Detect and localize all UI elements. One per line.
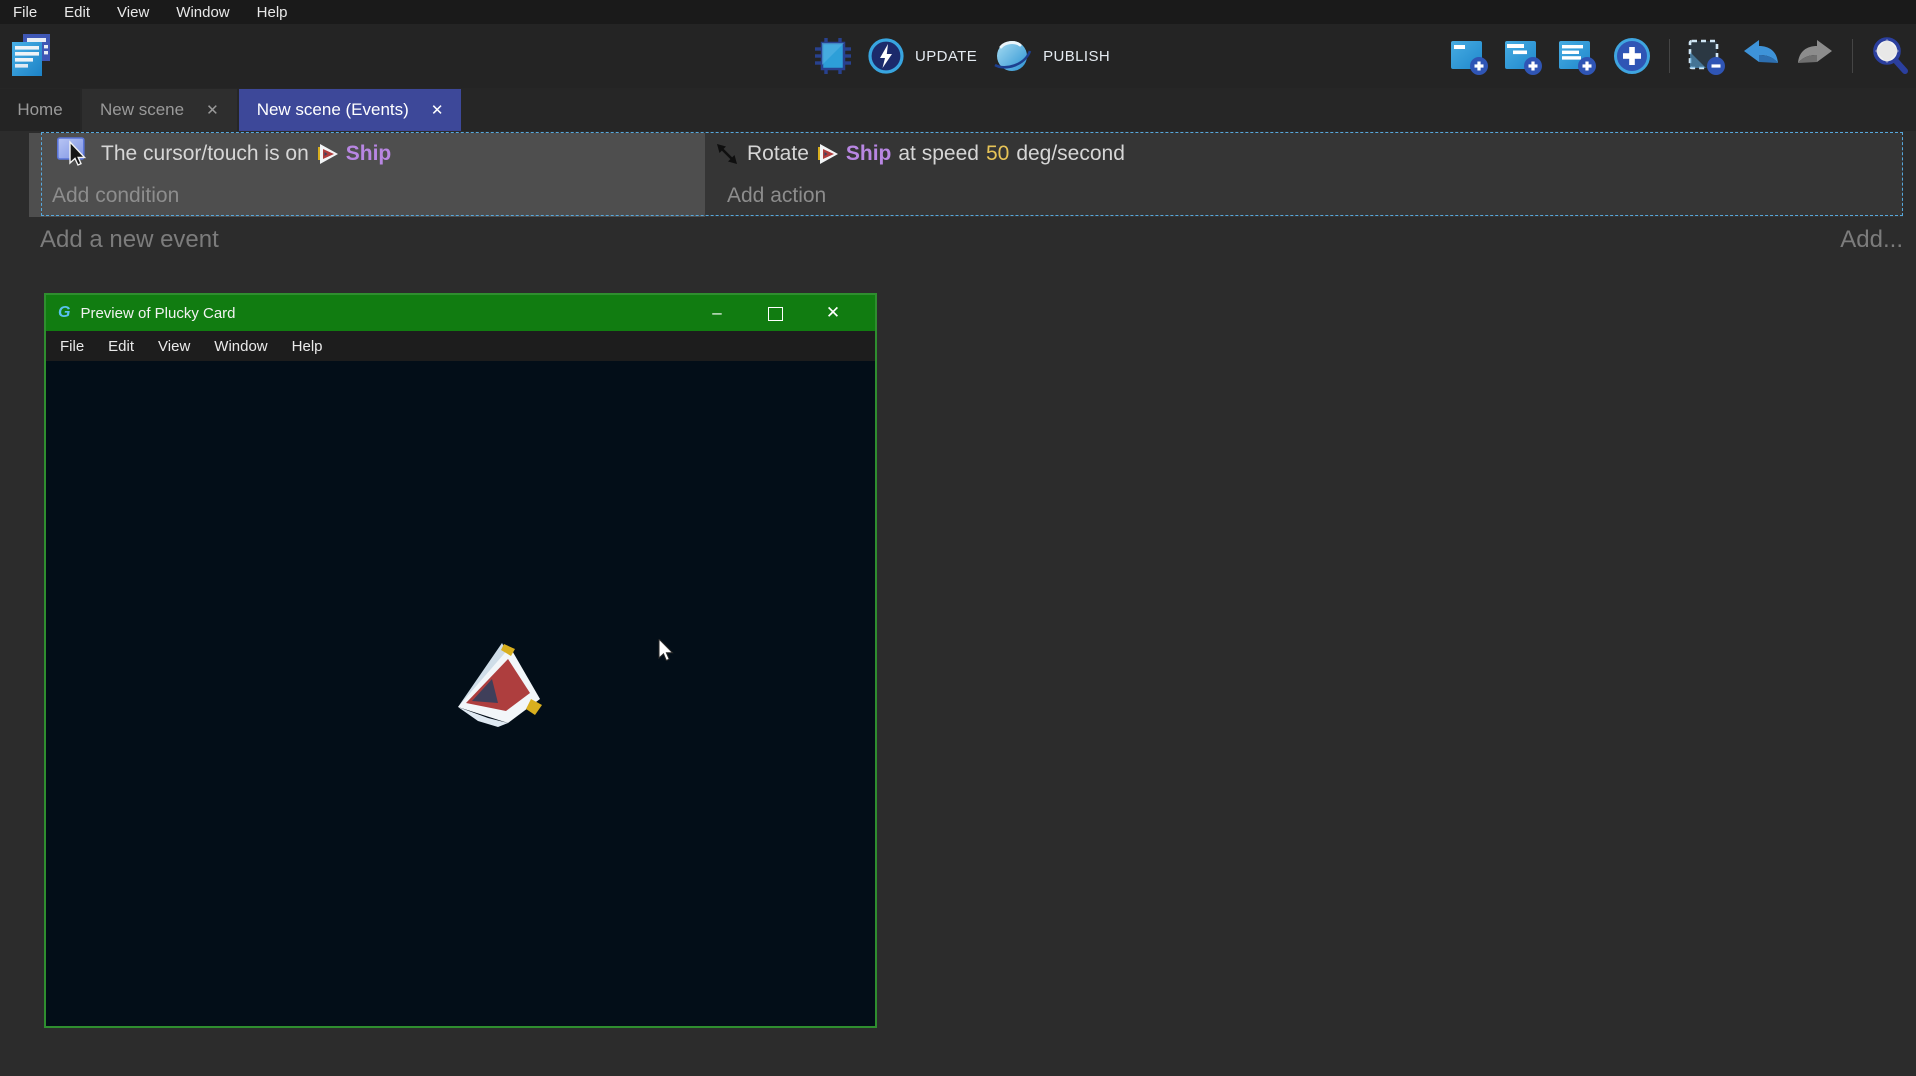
add-action-button[interactable]: Add action	[705, 175, 1903, 217]
ship-sprite	[458, 641, 544, 727]
debug-icon[interactable]	[813, 35, 853, 77]
add-action-label: Add action	[727, 184, 826, 208]
add-event-icon[interactable]	[1450, 36, 1490, 76]
update-label[interactable]: UPDATE	[915, 48, 977, 65]
preview-menu-window[interactable]: Window	[214, 338, 267, 355]
maximize-button[interactable]	[765, 295, 785, 331]
gdevelop-logo-icon: G	[58, 304, 70, 322]
search-icon[interactable]	[1870, 35, 1910, 77]
toolbar-center-group: UPDATE PUBLISH	[813, 24, 1110, 88]
ship-object-icon	[316, 142, 340, 166]
add-sub-event-icon[interactable]	[1504, 36, 1544, 76]
preview-menu-edit[interactable]: Edit	[108, 338, 134, 355]
action-verb: Rotate	[747, 142, 809, 166]
action-unit: deg/second	[1016, 142, 1125, 166]
tab-new-scene-events[interactable]: New scene (Events) ✕	[239, 89, 462, 131]
preview-title: Preview of Plucky Card	[80, 305, 707, 322]
project-manager-icon[interactable]	[10, 33, 52, 79]
event-conditions-cell[interactable]: The cursor/touch is on Ship Add conditio…	[29, 133, 705, 217]
add-comment-icon[interactable]	[1558, 36, 1598, 76]
add-more-button[interactable]: Add...	[1840, 226, 1903, 254]
mouse-cursor-icon	[658, 639, 676, 663]
game-canvas[interactable]	[46, 361, 875, 1024]
add-condition-button[interactable]: Add condition	[29, 175, 705, 217]
rotate-icon	[715, 142, 739, 166]
toolbar-right-group	[1450, 24, 1910, 88]
condition-object-name: Ship	[346, 142, 392, 166]
minimize-button[interactable]: –	[707, 295, 727, 331]
preview-menu-help[interactable]: Help	[292, 338, 323, 355]
action-speed-value: 50	[986, 142, 1009, 166]
preview-window: G Preview of Plucky Card – ✕ File Edit V…	[44, 293, 877, 1028]
preview-menu-bar: File Edit View Window Help	[46, 331, 875, 361]
tab-bar: Home New scene ✕ New scene (Events) ✕	[0, 88, 1916, 131]
delete-selection-icon[interactable]	[1687, 36, 1727, 76]
action-line[interactable]: Rotate Ship at speed 50	[705, 133, 1903, 175]
preview-menu-file[interactable]: File	[60, 338, 84, 355]
condition-text: The cursor/touch is on	[101, 142, 309, 166]
condition-line[interactable]: The cursor/touch is on Ship	[29, 133, 705, 175]
publish-label[interactable]: PUBLISH	[1043, 48, 1110, 65]
tab-label: New scene	[100, 100, 184, 120]
menu-edit[interactable]: Edit	[59, 4, 95, 21]
menu-window[interactable]: Window	[171, 4, 234, 21]
menu-file[interactable]: File	[8, 4, 42, 21]
tab-home[interactable]: Home	[0, 89, 80, 131]
tab-new-scene[interactable]: New scene ✕	[82, 89, 237, 131]
toolbar-separator	[1852, 39, 1853, 73]
maximize-icon	[768, 307, 783, 321]
undo-icon[interactable]	[1741, 38, 1781, 74]
action-object-name: Ship	[846, 142, 892, 166]
gdevelop-window: File Edit View Window Help	[0, 0, 1916, 1076]
add-new-event-button[interactable]: Add a new event	[40, 226, 219, 254]
preview-menu-view[interactable]: View	[158, 338, 190, 355]
toolbar-separator	[1669, 39, 1670, 73]
main-toolbar: UPDATE PUBLISH	[0, 24, 1916, 88]
action-connector: at speed	[898, 142, 979, 166]
redo-icon[interactable]	[1795, 38, 1835, 74]
app-menu-bar: File Edit View Window Help	[0, 0, 1916, 24]
ship-object-icon	[816, 142, 840, 166]
cursor-on-object-icon	[57, 137, 93, 171]
close-button[interactable]: ✕	[823, 295, 843, 331]
tab-label: New scene (Events)	[257, 100, 409, 120]
tab-close-icon[interactable]: ✕	[206, 103, 219, 118]
tab-close-icon[interactable]: ✕	[431, 103, 444, 118]
preview-title-bar[interactable]: G Preview of Plucky Card – ✕	[46, 295, 875, 331]
add-condition-label: Add condition	[52, 184, 179, 208]
update-icon[interactable]	[867, 37, 905, 75]
choose-add-event-icon[interactable]	[1612, 36, 1652, 76]
menu-help[interactable]: Help	[252, 4, 293, 21]
tab-label: Home	[17, 100, 62, 120]
publish-icon[interactable]	[991, 35, 1033, 77]
menu-view[interactable]: View	[112, 4, 154, 21]
event-actions-cell[interactable]: Rotate Ship at speed 50	[705, 133, 1903, 217]
preview-window-controls: – ✕	[707, 295, 863, 331]
event-row[interactable]: The cursor/touch is on Ship Add conditio…	[29, 133, 1903, 217]
